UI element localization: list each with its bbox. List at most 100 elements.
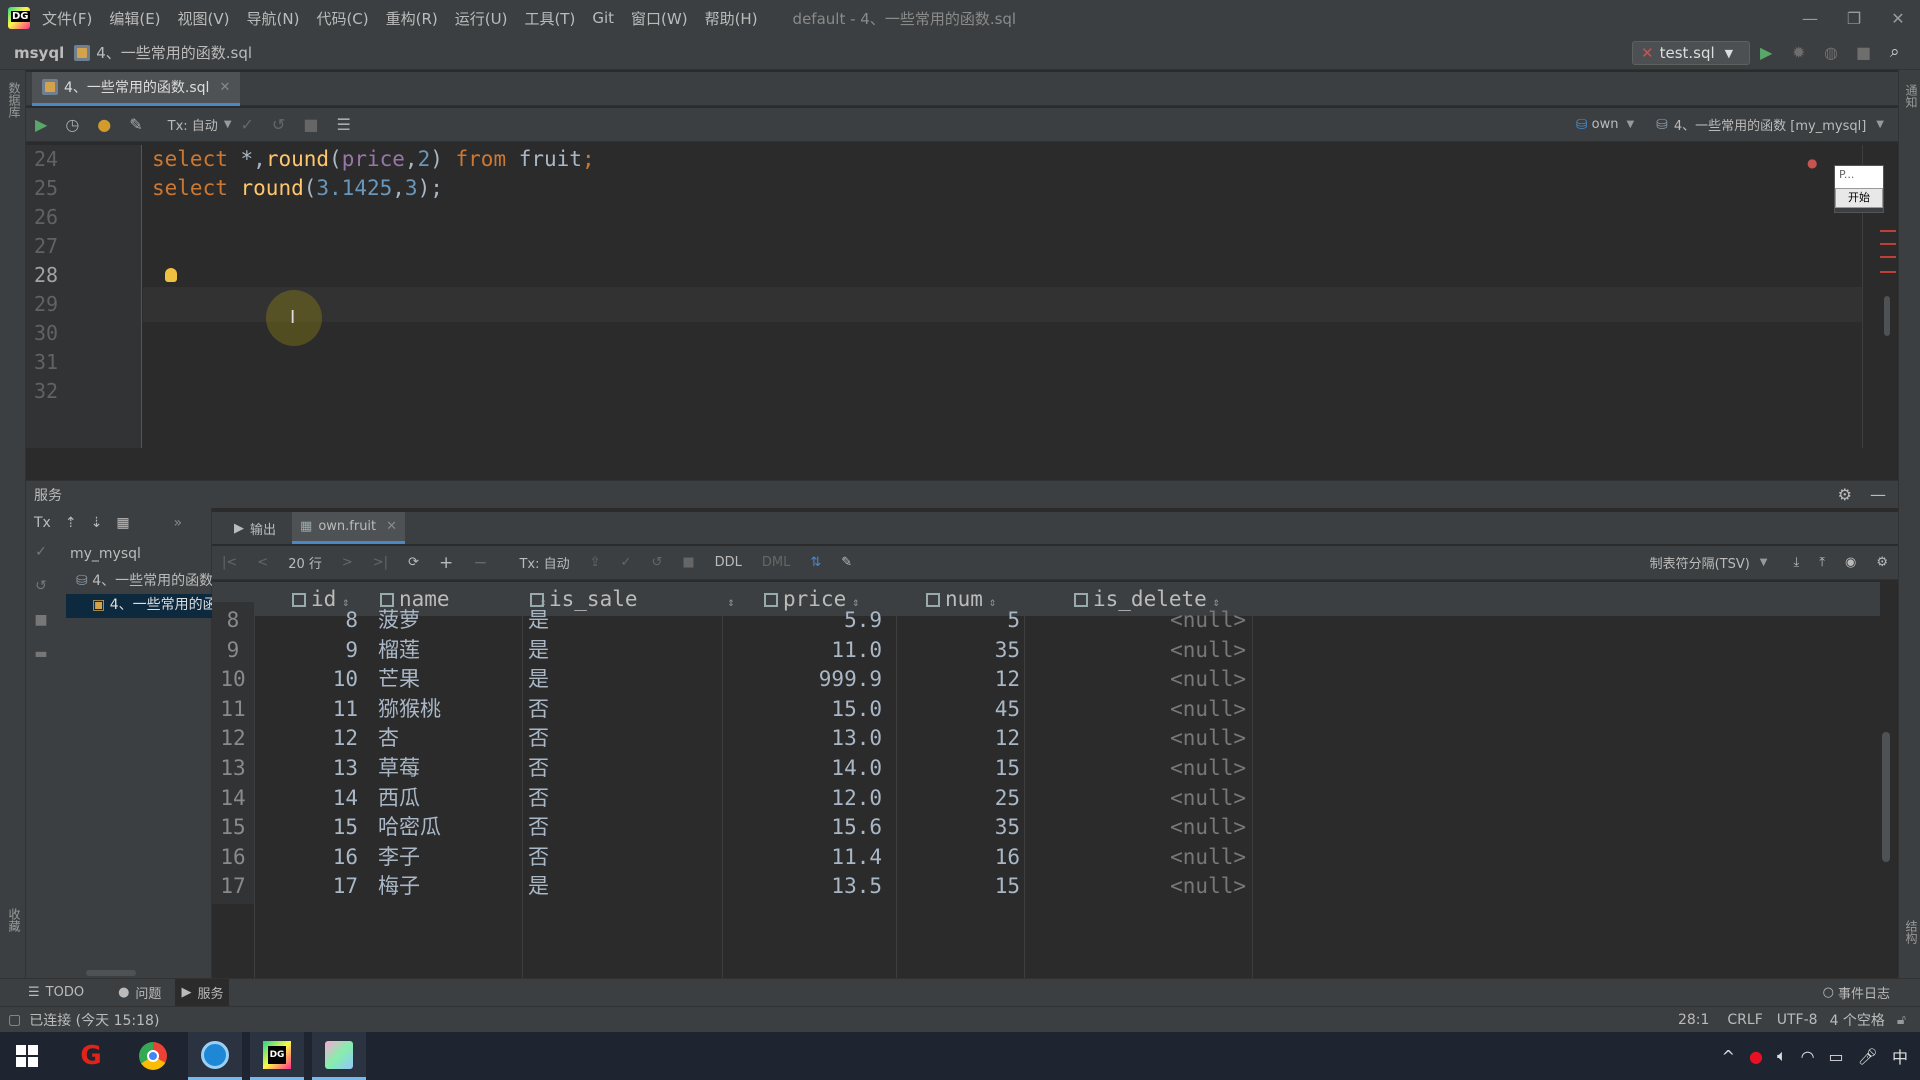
cell-num[interactable]: 15 [898,868,1024,904]
commit-icon[interactable]: ✓ [621,555,632,570]
rollback-icon[interactable]: ↺ [272,115,285,134]
microphone-icon[interactable]: 🎤︎ [1858,1047,1878,1066]
page-size-select[interactable]: 20 行 [288,553,322,572]
gear-icon[interactable]: ⚙ [1876,555,1888,570]
add-row-icon[interactable]: + [439,553,453,573]
ddl-button[interactable]: DDL [715,555,742,570]
error-stripe-mark[interactable] [1880,256,1896,258]
rollback-icon[interactable]: ↺ [651,555,662,570]
editor-scroll-thumb[interactable] [1884,296,1890,336]
caret-position[interactable]: 28:1 [1678,1012,1709,1028]
volume-icon[interactable]: 🔈︎ [1777,1046,1787,1066]
lock-icon[interactable]: 🔓︎ [1897,1012,1906,1028]
start-button[interactable]: 开始 [1835,188,1883,208]
tab-own-fruit[interactable]: ▦ own.fruit ✕ [292,512,406,544]
cell-name[interactable]: 梅子 [378,868,528,904]
menu-item[interactable]: 运行(U) [455,8,508,29]
record-icon[interactable]: ● [1749,1047,1763,1066]
menu-item[interactable]: Git [592,9,614,27]
cancel-query-icon[interactable]: ■ [303,115,318,134]
stop-icon[interactable]: ■ [1856,43,1871,62]
export-format-select[interactable]: 制表符分隔(TSV) [1650,553,1750,572]
delete-row-icon[interactable]: − [473,553,487,573]
execute-icon[interactable]: ▶ [35,115,47,134]
restore-icon[interactable]: ❐ [1832,9,1876,28]
menu-item[interactable]: 文件(F) [42,8,92,29]
more-icon[interactable]: » [174,515,183,531]
layout-icon[interactable]: ▬ [34,646,47,662]
compare-icon[interactable]: ⇅ [810,555,821,570]
cell-is-sale[interactable]: 是 [528,868,718,904]
run-icon[interactable]: ▶ [1760,43,1772,62]
expand-all-icon[interactable]: ⇡ [65,515,77,531]
dml-button[interactable]: DML [762,555,790,570]
wifi-icon[interactable]: ◠ [1801,1047,1815,1066]
menu-item[interactable]: 工具(T) [524,8,575,29]
menu-item[interactable]: 编辑(E) [109,8,160,29]
stop-icon[interactable]: ■ [34,612,47,628]
error-indicator-icon[interactable]: ● [1807,156,1817,170]
menu-item[interactable]: 重构(R) [386,8,438,29]
favorites-tool-tab[interactable]: 收藏 [6,908,23,932]
tree-item-connection[interactable]: my_mysql [66,546,212,570]
commit-icon[interactable]: ✓ [35,544,47,560]
cell-is-delete[interactable]: <null> [1024,868,1250,904]
tab-todo[interactable]: ☰ TODO [22,979,90,1007]
app-g-icon[interactable]: G [64,1032,118,1080]
settings-wrench-icon[interactable]: ✎ [129,115,142,134]
history-icon[interactable]: ◷ [65,115,79,134]
editor-tab-functions-sql[interactable]: 4、一些常用的函数.sql ✕ [32,71,241,106]
download-icon[interactable]: ⤓ [1794,555,1800,570]
cell-price[interactable]: 13.5 [720,868,888,904]
tx-icon[interactable]: Tx [34,515,51,531]
gear-icon[interactable]: ⚙ [1838,485,1852,504]
tab-problems[interactable]: ● 问题 [112,979,167,1007]
rollback-icon[interactable]: ↺ [35,578,47,594]
upload-icon[interactable]: ⤒ [1819,555,1825,570]
result-grid[interactable]: id ⇕ name ⇕ is_sale ⇕ price ⇕ num ⇕ is_delete… [212,582,1882,978]
collapse-all-icon[interactable]: ⇣ [91,515,103,531]
console-select[interactable]: 4、一些常用的函数 [my_mysql] [1674,115,1866,134]
pin-icon[interactable]: ✎ [841,555,852,570]
tab-services[interactable]: ▶ 服务 [175,978,230,1007]
close-window-icon[interactable]: ✕ [1876,9,1920,28]
tree-hscroll-thumb[interactable] [86,970,136,976]
error-stripe-mark[interactable] [1880,243,1896,245]
browser-icon[interactable] [188,1032,242,1080]
menu-item[interactable]: 代码(C) [316,8,368,29]
image-app-icon[interactable] [312,1032,366,1080]
group-icon[interactable]: ▦ [116,515,129,531]
coverage-icon[interactable]: ◍ [1824,43,1838,62]
panel-toggle-icon[interactable]: ▢ [8,1012,21,1028]
battery-icon[interactable]: ▭ [1829,1047,1844,1066]
structure-tool-tab[interactable]: 结构 [1903,920,1920,944]
line-separator[interactable]: CRLF [1727,1012,1762,1028]
schema-select[interactable]: own [1592,117,1619,132]
file-encoding[interactable]: UTF-8 [1777,1012,1818,1028]
ime-indicator[interactable]: 中 [1892,1044,1908,1068]
tray-expand-icon[interactable]: ^ [1722,1047,1735,1066]
explain-plan-icon[interactable]: ● [97,115,111,134]
notifications-tool-tab[interactable]: 通知 [1903,84,1920,108]
output-layout-icon[interactable]: ☰ [336,115,350,134]
menu-item[interactable]: 窗口(W) [631,8,688,29]
row-number[interactable]: 17 [212,868,254,905]
tab-event-log[interactable]: ○ 事件日志 [1817,979,1896,1007]
prev-page-icon[interactable]: < [257,555,268,570]
search-icon[interactable]: ⌕ [1890,42,1900,62]
error-stripe-mark[interactable] [1880,271,1896,273]
menu-item[interactable]: 视图(V) [178,8,230,29]
breadcrumb-file[interactable]: 4、一些常用的函数.sql [96,42,252,63]
windows-start-icon[interactable] [0,1032,54,1080]
breadcrumb-project[interactable]: msyql [14,44,64,62]
indent-setting[interactable]: 4 个空格 [1830,1010,1885,1030]
close-tab-icon[interactable]: ✕ [219,80,230,95]
error-stripe-mark[interactable] [1880,230,1896,232]
submit-icon[interactable]: ⇪ [590,555,601,570]
datagrip-icon[interactable]: DG [250,1032,304,1080]
grid-scroll-thumb[interactable] [1882,732,1890,862]
stop-icon[interactable]: ■ [682,555,694,570]
refresh-icon[interactable]: ⟳ [408,555,419,570]
menu-item[interactable]: 导航(N) [247,8,300,29]
cell-id[interactable]: 17 [254,868,364,904]
